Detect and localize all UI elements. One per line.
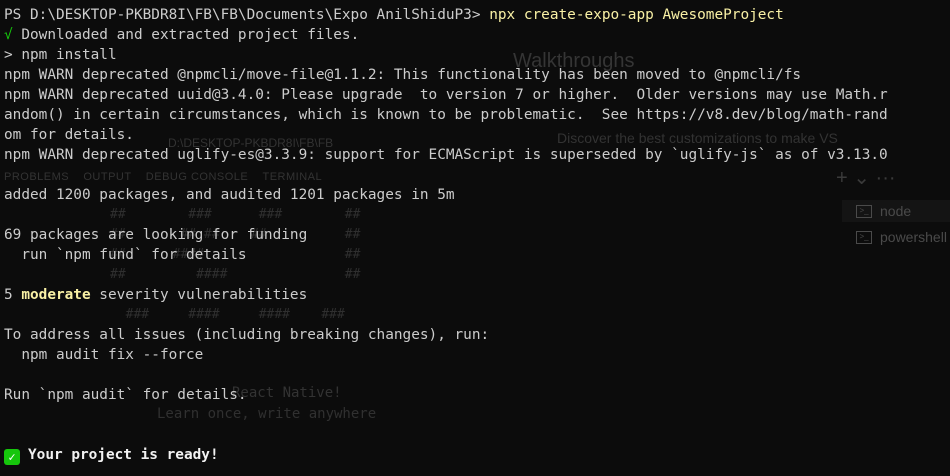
address-issues-line: To address all issues (including breakin… [4, 327, 490, 343]
vulnerabilities-line: 5 moderate severity vulnerabilities [4, 285, 944, 305]
vuln-severity: moderate [21, 287, 91, 303]
warn-uuid-line-1: npm WARN deprecated uuid@3.4.0: Please u… [4, 87, 888, 103]
audit-fix-line: npm audit fix --force [4, 347, 204, 363]
project-ready-line: ✓ Your project is ready! [4, 445, 944, 465]
prompt-line: PS D:\DESKTOP-PKBDR8I\FB\FB\Documents\Ex… [4, 5, 944, 25]
warn-uuid-line-2: andom() in certain circumstances, which … [4, 107, 888, 123]
downloaded-line: √ Downloaded and extracted project files… [4, 25, 944, 45]
run-audit-line: Run `npm audit` for details. [4, 387, 247, 403]
warn-uglify-line: npm WARN deprecated uglify-es@3.3.9: sup… [4, 147, 888, 163]
project-ready-text: Your project is ready! [28, 447, 219, 463]
npm-fund-line: run `npm fund` for details [4, 247, 247, 263]
prompt-path: PS D:\DESKTOP-PKBDR8I\FB\FB\Documents\Ex… [4, 7, 490, 23]
funding-line: 69 packages are looking for funding [4, 227, 308, 243]
vuln-rest: severity vulnerabilities [90, 287, 308, 303]
checkmark-icon: √ [4, 27, 13, 43]
added-packages-line: added 1200 packages, and audited 1201 pa… [4, 187, 455, 203]
warn-uuid-line-3: om for details. [4, 127, 134, 143]
vuln-count: 5 [4, 287, 22, 303]
check-icon: ✓ [4, 449, 20, 465]
warn-move-file-line: npm WARN deprecated @npmcli/move-file@1.… [4, 67, 802, 83]
prompt-command: npx create-expo-app AwesomeProject [489, 7, 784, 23]
downloaded-text: Downloaded and extracted project files. [12, 27, 360, 43]
npm-install-line: > npm install [4, 47, 117, 63]
terminal-output[interactable]: PS D:\DESKTOP-PKBDR8I\FB\FB\Documents\Ex… [4, 5, 944, 465]
